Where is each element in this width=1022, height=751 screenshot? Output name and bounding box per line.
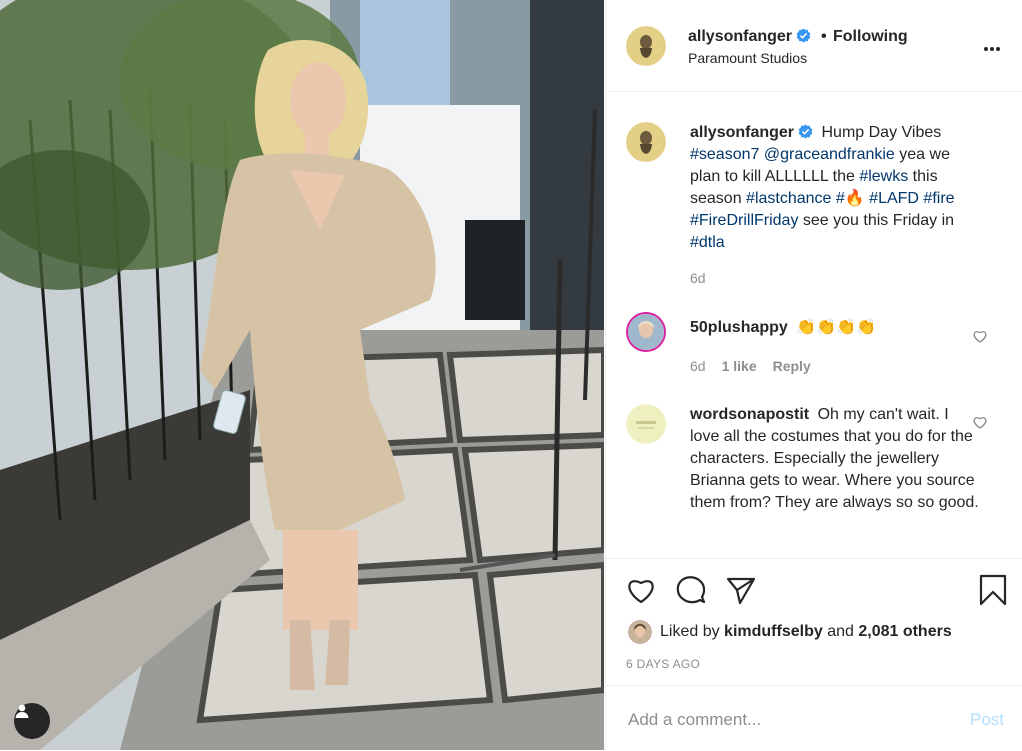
comment-like-heart-icon[interactable] (972, 414, 988, 430)
post-timestamp[interactable]: 6 DAYS AGO (626, 657, 700, 671)
verified-badge-icon (798, 124, 813, 139)
paper-plane-icon[interactable] (724, 573, 758, 607)
post-actions: Liked by kimduffselby and 2,081 others 6… (606, 558, 1022, 685)
caption-text: allysonfanger Hump Day Vibes #season7 @g… (690, 122, 980, 254)
likes-summary: Liked by kimduffselby and 2,081 others (628, 619, 952, 645)
comment-text: 50plushappy 👏👏👏👏 (690, 317, 980, 339)
caption-text-segment: see you this Friday in (798, 212, 955, 229)
post-photo[interactable] (0, 0, 604, 750)
post-header: allysonfanger • Following Paramount Stud… (606, 0, 1022, 92)
caption-hashtag-link[interactable]: #season7 (690, 146, 759, 163)
user-tag-icon[interactable] (14, 703, 50, 739)
comments-list[interactable]: allysonfanger Hump Day Vibes #season7 @g… (606, 92, 1022, 557)
more-options-icon[interactable] (984, 38, 1006, 52)
commenter-avatar[interactable] (626, 404, 666, 444)
liked-by-prefix: Liked by (660, 623, 720, 640)
comment-body: 👏👏👏👏 (796, 319, 876, 336)
caption-body: Hump Day Vibes #season7 @graceandfrankie… (690, 124, 955, 251)
caption-hashtag-link[interactable]: #fire (923, 190, 954, 207)
heart-icon[interactable] (624, 573, 658, 607)
comment-age[interactable]: 6d (690, 358, 706, 374)
caption-text-segment: Hump Day Vibes (821, 124, 942, 141)
caption-meta: 6d (690, 270, 722, 286)
verified-badge-icon (796, 28, 811, 43)
caption-hashtag-link[interactable]: #🔥 (836, 190, 865, 207)
comment-username[interactable]: 50plushappy (690, 319, 788, 336)
comment-input[interactable] (626, 706, 950, 734)
comment-text: wordsonapostit Oh my can't wait. I love … (690, 404, 980, 514)
post-side-panel: allysonfanger • Following Paramount Stud… (605, 0, 1022, 750)
comment-like-count[interactable]: 1 like (722, 358, 757, 374)
comment-bubble-icon[interactable] (674, 573, 708, 607)
liker-avatar[interactable] (628, 620, 652, 644)
commenter-avatar[interactable] (626, 312, 666, 352)
separator-dot: • (821, 28, 827, 45)
location-link[interactable]: Paramount Studios (688, 50, 807, 66)
caption-hashtag-link[interactable]: @graceandfrankie (764, 146, 895, 163)
following-button[interactable]: Following (833, 28, 908, 46)
instagram-post: allysonfanger • Following Paramount Stud… (0, 0, 1022, 750)
add-comment-bar: Post (606, 685, 1022, 751)
caption-username[interactable]: allysonfanger (690, 124, 813, 141)
post-comment-button[interactable]: Post (970, 710, 1004, 730)
caption-hashtag-link[interactable]: #LAFD (869, 190, 919, 207)
caption-hashtag-link[interactable]: #lewks (859, 168, 908, 185)
reply-button[interactable]: Reply (773, 358, 811, 374)
photo-illustration (0, 0, 604, 750)
author-avatar[interactable] (626, 26, 666, 66)
author-username[interactable]: allysonfanger (688, 28, 811, 46)
comment-meta: 6d 1 like Reply (690, 358, 827, 374)
bookmark-icon[interactable] (976, 573, 1010, 607)
liker-username[interactable]: kimduffselby (724, 623, 823, 641)
comment-like-heart-icon[interactable] (972, 328, 988, 344)
liked-by-middle: and (827, 623, 854, 640)
likes-count[interactable]: 2,081 others (858, 623, 951, 641)
caption-hashtag-link[interactable]: #FireDrillFriday (690, 212, 798, 229)
caption-age[interactable]: 6d (690, 270, 706, 286)
caption-hashtag-link[interactable]: #lastchance (746, 190, 831, 207)
caption-avatar[interactable] (626, 122, 666, 162)
comment-username[interactable]: wordsonapostit (690, 406, 809, 423)
caption-hashtag-link[interactable]: #dtla (690, 234, 725, 251)
